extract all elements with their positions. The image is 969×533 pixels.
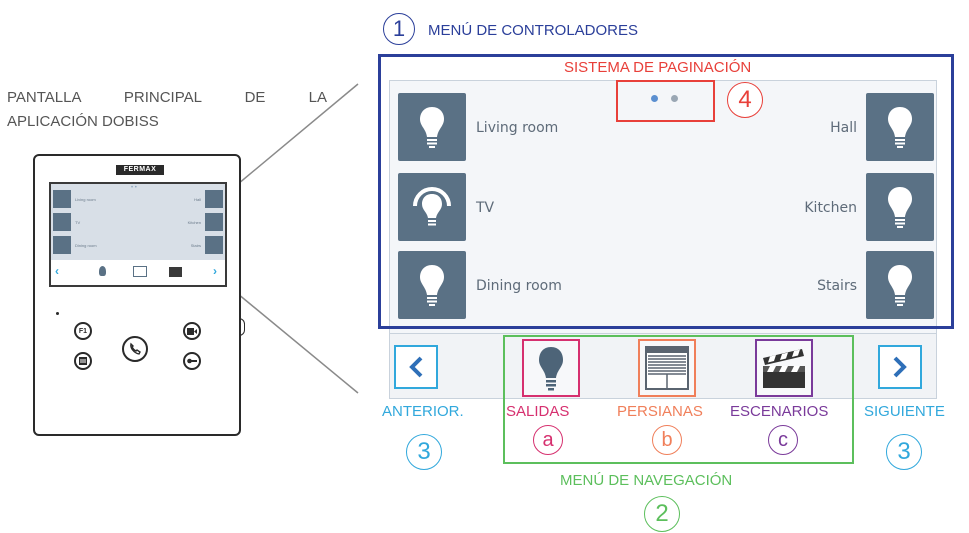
phone-button[interactable] bbox=[122, 336, 148, 362]
device-caption-line2: APLICACIÓN DOBISS bbox=[7, 113, 159, 130]
mini-label: Living room bbox=[75, 197, 96, 202]
callout-c-letter: c bbox=[778, 428, 788, 451]
callout-2-number: 2 bbox=[655, 500, 669, 527]
f1-button[interactable]: F1 bbox=[74, 322, 92, 340]
mini-tile bbox=[53, 213, 71, 231]
phone-icon bbox=[130, 342, 141, 355]
mini-label: TV bbox=[75, 220, 81, 225]
chevron-right-icon bbox=[893, 356, 907, 378]
camera-icon bbox=[187, 327, 197, 335]
mini-tile bbox=[205, 213, 223, 231]
callout-3-previous-number: 3 bbox=[417, 438, 431, 465]
scenes-label: ESCENARIOS bbox=[730, 403, 829, 420]
key-icon bbox=[187, 358, 197, 364]
next-button[interactable] bbox=[878, 345, 922, 389]
controllers-menu-label: MENÚ DE CONTROLADORES bbox=[428, 22, 639, 39]
navigation-menu-label: MENÚ DE NAVEGACIÓN bbox=[560, 472, 733, 489]
blinds-label: PERSIANAS bbox=[617, 403, 703, 420]
callout-1: 1 bbox=[383, 13, 415, 45]
mini-chevron-right-icon: › bbox=[213, 264, 217, 278]
mini-tile bbox=[53, 236, 71, 254]
mini-tile bbox=[205, 236, 223, 254]
callout-a-letter: a bbox=[542, 428, 554, 451]
chevron-left-icon bbox=[409, 356, 423, 378]
callout-c: c bbox=[768, 425, 798, 455]
key-button[interactable] bbox=[183, 352, 201, 370]
callout-a: a bbox=[533, 425, 563, 455]
menu-icon bbox=[79, 357, 87, 365]
mini-blinds-icon bbox=[133, 266, 147, 277]
mini-label: Stairs bbox=[190, 243, 201, 248]
mini-tile bbox=[205, 190, 223, 208]
menu-button[interactable] bbox=[74, 352, 92, 370]
camera-button[interactable] bbox=[183, 322, 201, 340]
mini-chevron-left-icon: ‹ bbox=[55, 264, 59, 278]
callout-3-next: 3 bbox=[886, 434, 922, 470]
mini-nav-bar: ‹ › bbox=[51, 260, 225, 285]
device-mini-screen: Living room TV Dining room Hall Kitchen … bbox=[49, 182, 227, 287]
callout-2: 2 bbox=[644, 496, 680, 532]
previous-button[interactable] bbox=[394, 345, 438, 389]
device-brand-logo: FERMAX bbox=[116, 165, 164, 175]
device-caption: PANTALLA PRINCIPAL DE LA APLICACIÓN DOBI… bbox=[7, 86, 327, 134]
callout-3-previous: 3 bbox=[406, 434, 442, 470]
mini-pagination-dots: • • bbox=[131, 185, 137, 191]
device-led bbox=[56, 312, 59, 315]
mini-label: Dining room bbox=[75, 243, 97, 248]
device-caption-line1: PANTALLA PRINCIPAL DE LA bbox=[7, 89, 327, 106]
callout-b: b bbox=[652, 425, 682, 455]
callout-3-next-number: 3 bbox=[897, 438, 911, 465]
mini-clapperboard-icon bbox=[169, 267, 182, 277]
callout-b-letter: b bbox=[661, 428, 673, 451]
previous-label: ANTERIOR. bbox=[382, 403, 464, 420]
mini-label: Kitchen bbox=[187, 220, 201, 225]
controllers-menu-frame bbox=[378, 54, 954, 329]
next-label: SIGUIENTE bbox=[864, 403, 945, 420]
mini-label: Hall bbox=[194, 197, 201, 202]
callout-1-number: 1 bbox=[392, 16, 406, 41]
mini-bulb-icon bbox=[99, 266, 106, 276]
outputs-label: SALIDAS bbox=[506, 403, 570, 420]
mini-tile bbox=[53, 190, 71, 208]
